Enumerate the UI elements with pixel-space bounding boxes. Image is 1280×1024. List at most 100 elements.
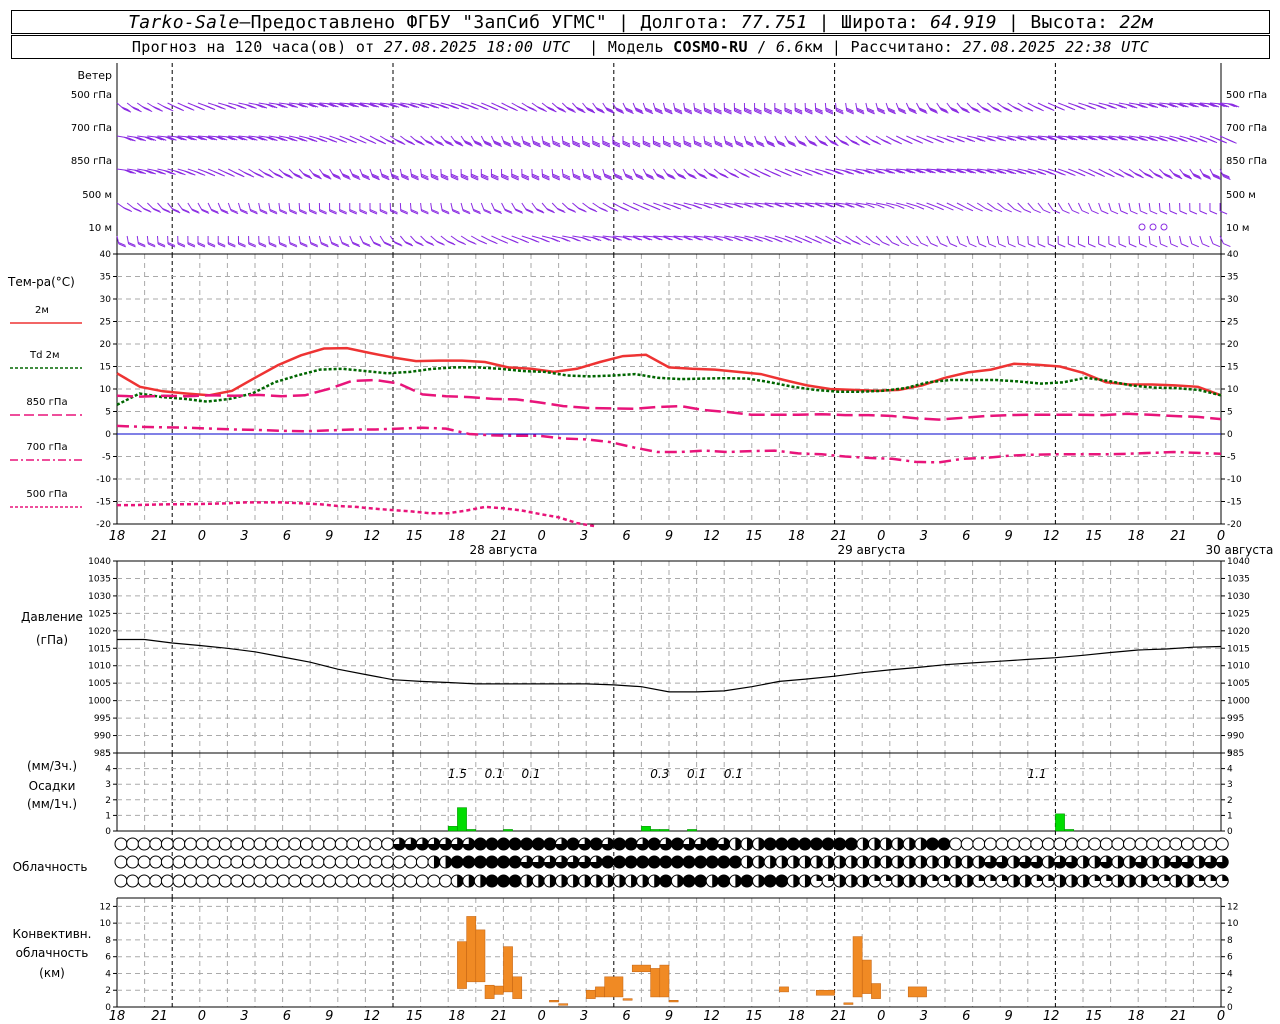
wind-barb [349,135,367,144]
wind-barb [329,168,342,180]
conv-hour-label: 9 [325,1009,333,1024]
cloud-fill [567,838,580,850]
cloud-circle [230,855,244,869]
barb-feather [1014,208,1022,213]
cloud-icon [1215,855,1229,869]
wind-barb [662,102,673,115]
date-label: 30 августа [1205,543,1273,557]
wind-barb [592,135,601,148]
pres-tick-right: 1040 [1227,557,1250,567]
wind-barb [926,102,939,114]
cloud-icon [798,855,812,869]
barb-staff [1047,202,1054,211]
wind-barb [541,202,555,214]
cloud-icon [624,874,638,888]
wind-barb [1168,235,1179,248]
wind-barb [531,202,545,214]
barb-staff [996,235,1000,245]
cloud-icon [1041,855,1055,869]
barb-feather [1018,243,1026,248]
conv-hour-label: 0 [537,1009,545,1024]
barb-staff [1158,235,1161,245]
cloud-icon [705,855,719,869]
cloud-fill [520,838,533,850]
barb-feather [243,171,252,176]
cloud-fill [694,875,707,887]
cloud-icon [670,874,684,888]
wind-barb [663,168,676,180]
conv-hour-label: 21 [491,1009,508,1024]
wind-barb [936,202,954,211]
cloud-icon [288,874,302,888]
wind-barb [1199,202,1208,215]
wind-barb [339,235,350,248]
conv-tick-right: 8 [1227,936,1233,946]
wind-barb [217,235,226,248]
cloud-fill [485,856,498,868]
wind-barb [905,102,917,115]
wind-barb [794,102,803,115]
cloud-circle [149,874,163,888]
conv-title-1: Конвективн. [13,927,92,941]
cloud-icon [207,874,221,888]
barb-feather [749,171,758,176]
barb-feather [1033,209,1041,214]
cloud-icon [740,874,754,888]
cloud-icon [925,874,939,888]
cloud-icon [578,837,592,851]
barb-feather [1191,243,1200,248]
cloud-fill [729,856,742,868]
cloud-icon [1099,837,1113,851]
cloud-icon [160,874,174,888]
cloud-icon [497,874,511,888]
cloud-icon [740,837,754,851]
temp-tick-left: 30 [100,295,112,305]
temp-tick-left: 20 [100,340,112,350]
wind-barb [1088,202,1099,215]
barb-feather [887,204,895,209]
cloud-icon [856,837,870,851]
temp-hour-label: 0 [198,529,206,544]
wind-barb [673,168,687,180]
wind-barb [521,168,530,181]
cloud-icon [983,855,997,869]
conv-hour-label: 0 [198,1009,206,1024]
cloud-icon [369,837,383,851]
barb-feather [1043,105,1052,110]
temp-tick-left: -5 [102,453,111,463]
cloud-circle [184,837,198,851]
cloud-icon [972,855,986,869]
temp-tick-right: 30 [1227,295,1239,305]
cloud-icon [218,855,232,869]
cloud-circle [230,874,244,888]
convective-bar [475,929,486,983]
barb-staff [946,202,957,208]
cloud-icon [126,874,140,888]
wind-barb [167,235,176,248]
conv-hour-label: 15 [746,1009,763,1024]
barb-feather [1008,243,1016,248]
wind-barb [1219,168,1231,181]
cloud-circle [288,855,302,869]
wind-barb [956,235,967,248]
cloud-icon [810,837,824,851]
wind-barb [1189,135,1208,143]
barb-staff [1118,202,1122,211]
cloud-icon [937,874,951,888]
wind-barb [895,102,907,115]
wind-barb [936,102,949,114]
cloud-icon [1099,855,1113,869]
cloud-icon [844,874,858,888]
barb-feather [162,105,171,110]
cloud-icon [1030,837,1044,851]
barb-feather [1104,171,1112,176]
cloud-circle [265,837,279,851]
barb-staff [1027,235,1029,245]
wind-barb [116,202,133,213]
precip-bar [1064,829,1075,832]
cloud-fill [601,856,614,868]
cloud-icon [508,837,522,851]
barb-feather [499,239,507,244]
prec-tick-left: 2 [105,796,111,806]
cloud-icon [253,837,267,851]
